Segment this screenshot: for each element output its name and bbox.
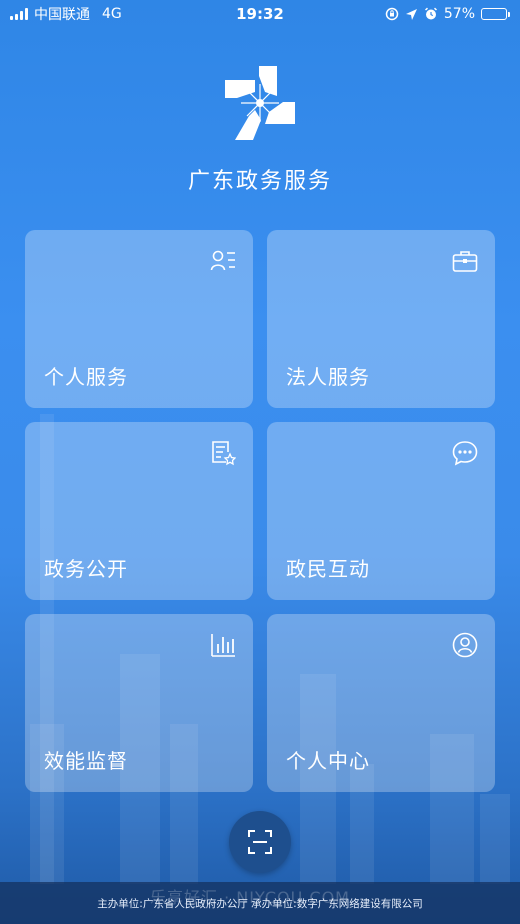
user-circle-icon — [452, 632, 478, 658]
person-list-icon — [210, 250, 235, 271]
chat-bubble-icon — [452, 441, 478, 466]
scan-icon — [248, 830, 272, 854]
tile-label: 政务公开 — [44, 557, 128, 581]
tile-efficiency-supervision[interactable]: 效能监督 — [25, 614, 253, 792]
guangdong-gov-logo — [225, 66, 295, 140]
alarm-clock-icon — [424, 7, 437, 20]
network-type: 4G — [102, 6, 122, 22]
tile-label: 法人服务 — [286, 365, 370, 389]
carrier-name: 中国联通 — [34, 7, 90, 23]
tile-personal-center[interactable]: 个人中心 — [267, 614, 495, 792]
footer-sponsor-text: 主办单位:广东省人民政府办公厅 承办单位:数字广东网络建设有限公司 — [97, 897, 423, 910]
footer-bar: 主办单位:广东省人民政府办公厅 承办单位:数字广东网络建设有限公司 — [0, 882, 520, 924]
signal-icon — [10, 8, 28, 20]
tile-label: 政民互动 — [286, 557, 370, 581]
tile-government-affairs-open[interactable]: 政务公开 — [25, 422, 253, 600]
battery-icon — [481, 8, 510, 20]
status-right: 57% — [385, 6, 510, 22]
status-left: 中国联通 4G — [10, 4, 122, 24]
document-star-icon — [212, 441, 236, 466]
rotation-lock-icon — [385, 7, 399, 21]
status-bar: 中国联通 4G 19:32 57% — [0, 0, 520, 28]
bar-chart-icon — [211, 634, 235, 657]
scan-button[interactable] — [229, 811, 291, 873]
tile-label: 个人中心 — [286, 749, 370, 773]
briefcase-icon — [452, 251, 478, 272]
tile-label: 效能监督 — [44, 749, 128, 773]
app-title: 广东政务服务 — [187, 169, 332, 194]
tile-label: 个人服务 — [44, 365, 128, 389]
service-grid: 个人服务 法人服务 政务公开 政民互动 效能监督 个人中心 — [25, 230, 495, 792]
tile-legal-entity-services[interactable]: 法人服务 — [267, 230, 495, 408]
tile-personal-services[interactable]: 个人服务 — [25, 230, 253, 408]
location-arrow-icon — [405, 8, 417, 20]
battery-percent: 57% — [443, 6, 475, 22]
tile-citizen-interaction[interactable]: 政民互动 — [267, 422, 495, 600]
